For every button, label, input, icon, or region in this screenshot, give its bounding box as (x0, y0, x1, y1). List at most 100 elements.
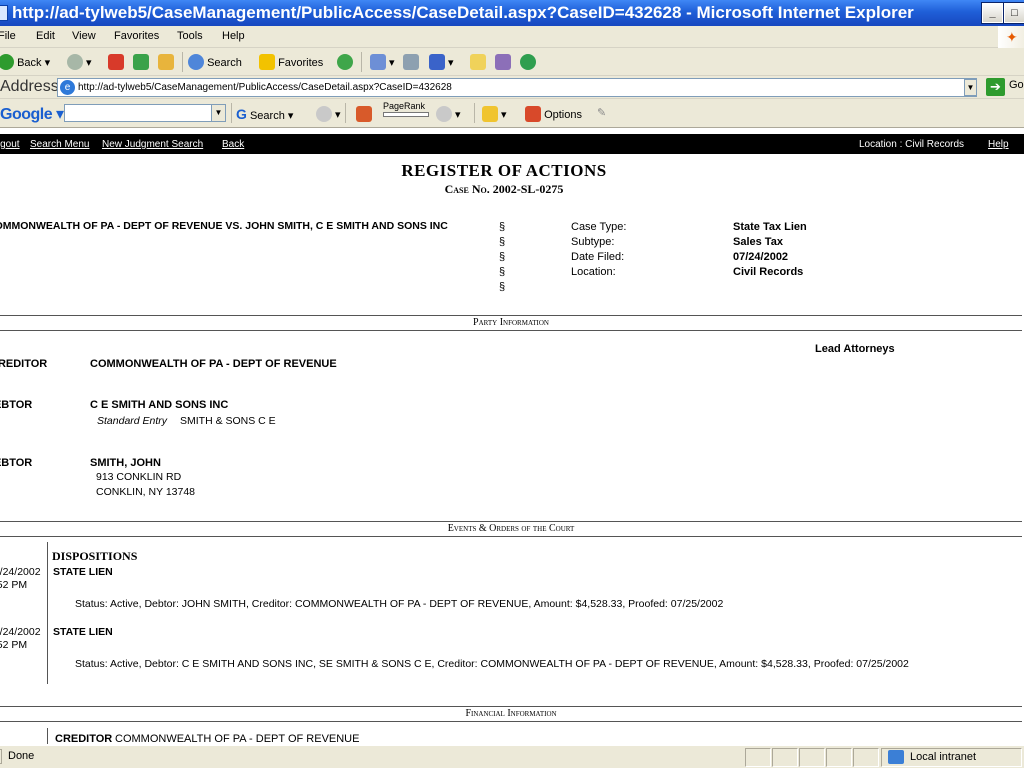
google-search-button[interactable]: G Search ▾ (236, 106, 293, 122)
discuss-button[interactable] (470, 54, 486, 70)
site-search-icon (316, 106, 332, 122)
ie-logo-icon (0, 5, 8, 21)
stop-button[interactable] (108, 54, 124, 70)
home-button[interactable] (158, 54, 174, 70)
info-button[interactable]: ▾ (436, 106, 461, 122)
event-date: 07/24/2002 2:52 PM (0, 626, 41, 651)
address-input[interactable]: e http://ad-tylweb5/CaseManagement/Publi… (57, 78, 977, 97)
maximize-button[interactable]: □ (1003, 2, 1024, 24)
case-type-value: State Tax Lien (733, 221, 807, 233)
menu-help[interactable]: Help (222, 30, 245, 42)
section-mark: § (499, 251, 506, 263)
status-bar: Done Local intranet (0, 745, 1024, 768)
page-title: REGISTER OF ACTIONS (401, 161, 607, 180)
case-style: COMMONWEALTH OF PA - DEPT OF REVENUE VS.… (0, 220, 448, 232)
address-dropdown-button[interactable]: ▼ (964, 79, 977, 96)
party-information-heading: Party Information (0, 315, 1022, 331)
back-button[interactable]: Back ▾ (0, 54, 50, 70)
research-icon (495, 54, 511, 70)
forward-arrow-icon (67, 54, 83, 70)
google-dropdown-button[interactable]: ▼ (211, 105, 225, 121)
help-link[interactable]: Help (988, 139, 1009, 150)
section-mark: § (499, 266, 506, 278)
mail-button[interactable]: ▾ (370, 54, 395, 70)
menu-bar: File Edit View Favorites Tools Help ✦ (0, 26, 1024, 48)
back-link[interactable]: Back (222, 139, 244, 150)
new-judgment-search-link[interactable]: New Judgment Search (102, 139, 203, 150)
messenger-icon (520, 54, 536, 70)
print-button[interactable] (403, 54, 419, 70)
refresh-icon (133, 54, 149, 70)
financial-party-role: CREDITOR (55, 733, 113, 744)
event-type-link[interactable]: STATE LIEN (53, 626, 113, 638)
google-search-input[interactable]: ▼ (64, 104, 226, 122)
history-button[interactable] (337, 54, 353, 70)
location-value: Civil Records (733, 266, 804, 278)
edit-icon (429, 54, 445, 70)
menu-view[interactable]: View (72, 30, 96, 42)
intranet-icon (888, 750, 904, 764)
info-icon (436, 106, 452, 122)
security-zone: Local intranet (881, 748, 1022, 767)
options-button[interactable]: Options (525, 106, 582, 122)
logout-link[interactable]: Logout (0, 139, 20, 150)
event-date: 07/24/2002 2:52 PM (0, 566, 41, 591)
google-search-icon: G (236, 106, 247, 122)
party-role: DEBTOR (0, 457, 33, 469)
menu-file[interactable]: File (0, 30, 16, 42)
menu-tools[interactable]: Tools (177, 30, 203, 42)
address-label: Address (0, 78, 59, 95)
window-titlebar[interactable]: http://ad-tylweb5/CaseManagement/PublicA… (0, 0, 1024, 26)
lead-attorneys-heading: Lead Attorneys (815, 343, 895, 355)
address-bar: Address e http://ad-tylweb5/CaseManageme… (0, 76, 1024, 99)
news-button[interactable] (356, 106, 372, 122)
go-arrow-icon[interactable]: ➔ (986, 78, 1005, 96)
location-label: Location: (571, 266, 616, 278)
up-button[interactable]: ▾ (482, 106, 507, 122)
event-status: Status: Active, Debtor: C E SMITH AND SO… (75, 658, 909, 670)
nav-bar: Logout Search Menu New Judgment Search B… (0, 134, 1024, 154)
section-mark: § (499, 236, 506, 248)
go-button[interactable]: Go (1009, 79, 1024, 91)
minimize-button[interactable]: _ (981, 2, 1004, 24)
highlight-icon[interactable]: ✎ (597, 106, 606, 119)
party-name: SMITH, JOHN (90, 457, 161, 469)
party-name: C E SMITH AND SONS INC (90, 399, 229, 411)
google-logo[interactable]: Google ▾ (0, 104, 64, 124)
event-status: Status: Active, Debtor: JOHN SMITH, Cred… (75, 598, 724, 610)
favorites-star-icon (259, 54, 275, 70)
location-text: Location : Civil Records (859, 139, 965, 150)
menu-edit[interactable]: Edit (36, 30, 55, 42)
address-url: http://ad-tylweb5/CaseManagement/PublicA… (78, 82, 452, 93)
financial-divider (47, 728, 48, 744)
home-icon (158, 54, 174, 70)
subtype-label: Subtype: (571, 236, 615, 248)
events-heading: Events & Orders of the Court (0, 521, 1022, 537)
window-title: http://ad-tylweb5/CaseManagement/PublicA… (12, 3, 914, 22)
messenger-button[interactable] (520, 54, 536, 70)
research-button[interactable] (495, 54, 511, 70)
search-menu-link[interactable]: Search Menu (30, 139, 89, 150)
page-icon: e (60, 80, 75, 95)
print-icon (403, 54, 419, 70)
standard-toolbar: Back ▾ ▾ Search Favorites ▾ ▾ (0, 48, 1024, 76)
section-mark: § (499, 281, 506, 293)
refresh-button[interactable] (133, 54, 149, 70)
event-type-link[interactable]: STATE LIEN (53, 566, 113, 578)
page-viewport[interactable]: Logout Search Menu New Judgment Search B… (0, 130, 1024, 744)
standard-entry-label: Standard Entry (97, 415, 168, 427)
party-name: COMMONWEALTH OF PA - DEPT OF REVENUE (90, 358, 337, 370)
back-arrow-icon (0, 54, 14, 70)
options-icon (525, 106, 541, 122)
history-icon (337, 54, 353, 70)
case-type-label: Case Type: (571, 221, 627, 233)
pagerank-indicator[interactable]: PageRank (383, 101, 429, 117)
google-site-search-button[interactable]: ▾ (316, 106, 341, 122)
forward-button[interactable]: ▾ (67, 54, 92, 70)
menu-favorites[interactable]: Favorites (114, 30, 159, 42)
edit-button[interactable]: ▾ (429, 54, 454, 70)
news-icon (356, 106, 372, 122)
favorites-button[interactable]: Favorites (259, 54, 323, 70)
search-button[interactable]: Search (188, 54, 242, 70)
financial-party-name: COMMONWEALTH OF PA - DEPT OF REVENUE (115, 733, 360, 744)
